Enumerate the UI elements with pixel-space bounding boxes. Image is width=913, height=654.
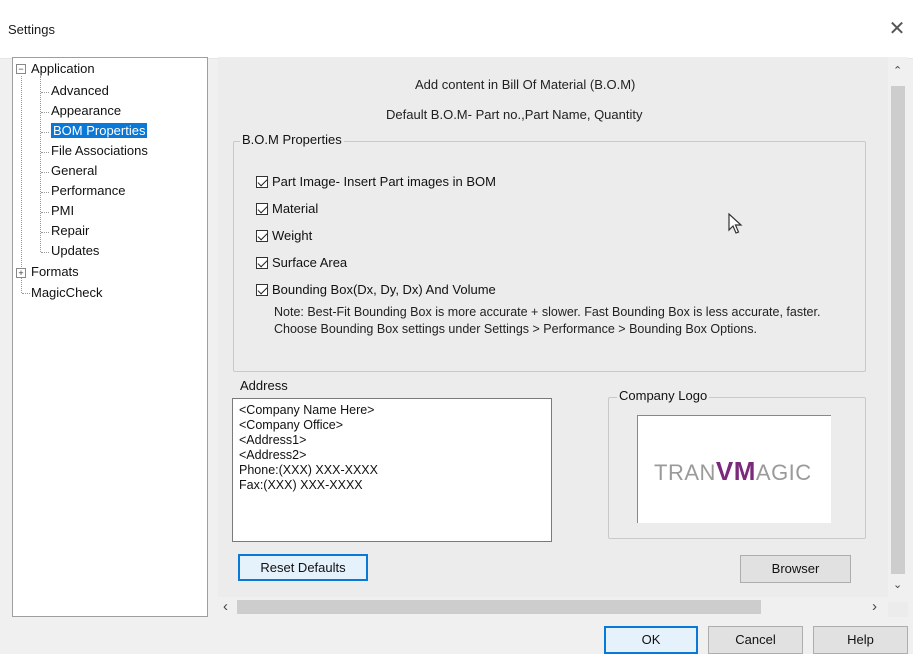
tree-item-magiccheck[interactable]: MagicCheck: [31, 285, 103, 300]
material-label: Material: [272, 201, 319, 216]
address-title: Address: [240, 378, 288, 393]
scroll-left-icon[interactable]: ‹: [223, 598, 228, 615]
logo-text-mark: VM: [715, 456, 756, 486]
tree-item-performance[interactable]: Performance: [51, 183, 125, 198]
part-image-label: Part Image- Insert Part images in BOM: [272, 174, 496, 189]
scroll-up-icon[interactable]: ⌃: [893, 64, 902, 77]
tree-connector: [41, 152, 49, 153]
horizontal-scroll-thumb[interactable]: [237, 600, 761, 614]
tree-item-file-associations[interactable]: File Associations: [51, 143, 148, 158]
tree-item-application[interactable]: Application: [31, 61, 95, 76]
tree-connector: [41, 92, 49, 93]
material-checkbox[interactable]: [256, 203, 268, 215]
tree-item-updates[interactable]: Updates: [51, 243, 99, 258]
logo-text-left: TRAN: [654, 460, 716, 485]
mouse-cursor-icon: [728, 213, 743, 234]
company-logo-title: Company Logo: [617, 388, 710, 403]
bom-group-title: B.O.M Properties: [240, 132, 344, 147]
tree-connector: [41, 212, 49, 213]
weight-label: Weight: [272, 228, 313, 243]
tree-connector: [40, 76, 41, 252]
surface-area-checkbox[interactable]: [256, 257, 268, 269]
scroll-right-icon[interactable]: ›: [872, 598, 877, 615]
tree-connector: [41, 132, 49, 133]
tree-connector: [41, 112, 49, 113]
tree-item-bom-properties[interactable]: BOM Properties: [51, 123, 148, 138]
address-textbox[interactable]: <Company Name Here> <Company Office> <Ad…: [232, 398, 552, 542]
ok-button[interactable]: OK: [604, 626, 698, 654]
tree-item-repair[interactable]: Repair: [51, 223, 89, 238]
surface-area-label: Surface Area: [272, 255, 348, 270]
tree-item-advanced[interactable]: Advanced: [51, 83, 109, 98]
collapse-icon[interactable]: −: [16, 64, 26, 74]
part-image-checkbox[interactable]: [256, 176, 268, 188]
tree-item-appearance[interactable]: Appearance: [51, 103, 121, 118]
bounding-box-checkbox[interactable]: [256, 284, 268, 296]
bom-heading: Add content in Bill Of Material (B.O.M): [415, 77, 636, 92]
tree-connector: [41, 192, 49, 193]
tree-connector: [41, 232, 49, 233]
weight-checkbox[interactable]: [256, 230, 268, 242]
bounding-box-note: Note: Best-Fit Bounding Box is more accu…: [274, 305, 821, 336]
tree-item-formats[interactable]: Formats: [31, 264, 79, 279]
vertical-scroll-thumb[interactable]: [891, 86, 905, 574]
scroll-down-icon[interactable]: ⌄: [893, 578, 902, 591]
window-title: Settings: [8, 22, 55, 37]
logo-text-right: AGIC: [755, 460, 812, 485]
browser-button[interactable]: Browser: [740, 555, 851, 583]
help-button[interactable]: Help: [813, 626, 908, 654]
tree-item-general[interactable]: General: [51, 163, 97, 178]
logo-text: TRANVMAGIC: [654, 456, 812, 487]
company-logo-image[interactable]: TRANVMAGIC: [637, 415, 831, 523]
tree-connector: [41, 172, 49, 173]
tree-connector: [22, 293, 30, 294]
cancel-button[interactable]: Cancel: [708, 626, 803, 654]
bounding-box-label: Bounding Box(Dx, Dy, Dx) And Volume: [272, 282, 496, 297]
expand-icon[interactable]: +: [16, 268, 26, 278]
close-icon[interactable]: ✕: [885, 16, 909, 41]
reset-defaults-button[interactable]: Reset Defaults: [238, 554, 368, 581]
title-bar: [0, 0, 913, 59]
tree-connector: [41, 252, 49, 253]
bom-default-text: Default B.O.M- Part no.,Part Name, Quant…: [386, 107, 643, 122]
settings-tree[interactable]: − Application Advanced Appearance BOM Pr…: [12, 57, 208, 617]
tree-item-pmi[interactable]: PMI: [51, 203, 74, 218]
tree-connector: [21, 76, 22, 293]
